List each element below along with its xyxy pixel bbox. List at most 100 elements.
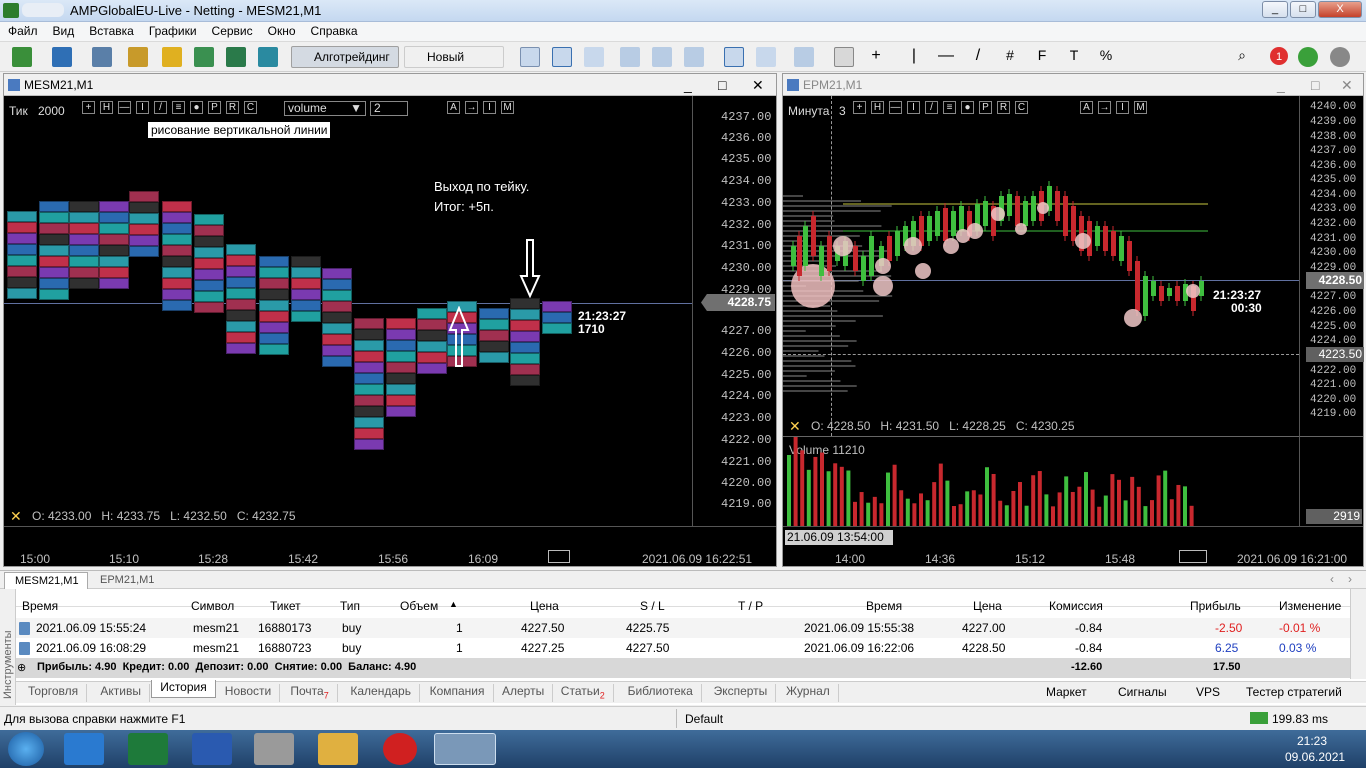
left-scroll-box[interactable] (548, 550, 570, 563)
column-header[interactable]: Комиссия (1049, 599, 1103, 613)
close-button[interactable]: X (1318, 1, 1362, 18)
bottom-tab-8[interactable]: Статьи2 (553, 684, 614, 702)
bar-chart-icon[interactable] (520, 47, 540, 67)
column-header[interactable]: Цена (973, 599, 1002, 613)
sort-asc-icon[interactable]: ▲ (449, 599, 458, 609)
chart-ctrl-button[interactable]: — (118, 101, 131, 114)
autoscroll-icon[interactable] (724, 47, 744, 67)
shapes-icon[interactable]: % (1096, 47, 1116, 67)
tester-icon[interactable] (226, 47, 246, 67)
start-button[interactable] (8, 732, 44, 766)
left-minimize-button[interactable]: _ (684, 74, 692, 96)
column-header[interactable]: Объем (400, 599, 438, 613)
right-link-1[interactable]: Сигналы (1118, 685, 1167, 699)
new-order-button[interactable]: Новый ордер (404, 46, 504, 84)
column-header[interactable]: Изменение (1279, 599, 1341, 613)
column-header[interactable]: Прибыль (1190, 599, 1241, 613)
menu-window[interactable]: Окно (260, 22, 303, 38)
chart-ctrl-button[interactable]: → (465, 101, 478, 114)
right-scroll-box[interactable] (1179, 550, 1207, 563)
terminal-icon[interactable] (194, 47, 214, 67)
column-header[interactable]: Тикет (270, 599, 301, 613)
trendline-icon[interactable]: / (968, 47, 988, 67)
bottom-tab-4[interactable]: Почта7 (282, 684, 338, 702)
bottom-tab-7[interactable]: Алерты (494, 684, 554, 702)
column-header[interactable]: S / L (640, 599, 665, 613)
indicators-icon[interactable] (794, 47, 814, 67)
column-header[interactable]: Цена (530, 599, 559, 613)
market-watch-icon[interactable] (92, 47, 112, 67)
zoom-in-icon[interactable] (620, 47, 640, 67)
system-tray-icons[interactable] (1082, 740, 1252, 758)
tile-icon[interactable] (684, 47, 704, 67)
chart-ctrl-button[interactable]: A (447, 101, 460, 114)
right-maximize-button[interactable]: □ (1311, 74, 1319, 96)
menu-tools[interactable]: Сервис (204, 22, 260, 38)
calculator-icon[interactable] (254, 733, 294, 765)
menu-insert[interactable]: Вставка (81, 22, 141, 38)
column-header[interactable]: Символ (191, 599, 234, 613)
opera-icon[interactable] (383, 733, 417, 765)
data-window-icon[interactable] (128, 47, 148, 67)
maximize-button[interactable]: □ (1290, 1, 1316, 18)
bottom-tab-11[interactable]: Журнал (778, 684, 839, 702)
chart-ctrl-button[interactable]: C (244, 101, 257, 114)
zoom-out-icon[interactable] (652, 47, 672, 67)
status-profile[interactable]: Default (676, 709, 806, 728)
crosshair-icon[interactable]: + (866, 47, 886, 67)
profiles-icon[interactable] (52, 47, 72, 67)
chart-ctrl-button[interactable]: P (208, 101, 221, 114)
depth-spinner[interactable]: 2 (370, 101, 408, 116)
level-icon[interactable] (1298, 47, 1318, 67)
fibo-icon[interactable]: F (1032, 47, 1052, 67)
menu-view[interactable]: Вид (45, 22, 82, 38)
notification-badge[interactable]: 1 (1270, 47, 1288, 65)
right-minimize-button[interactable]: _ (1277, 74, 1285, 96)
line-chart-icon[interactable] (584, 47, 604, 67)
bottom-tab-3[interactable]: Новости (217, 684, 281, 702)
chart-ctrl-button[interactable]: I (483, 101, 496, 114)
bottom-tab-10[interactable]: Эксперты (706, 684, 777, 702)
column-header[interactable]: T / P (738, 599, 763, 613)
left-maximize-button[interactable]: □ (718, 74, 726, 96)
text-icon[interactable]: T (1064, 47, 1084, 67)
bottom-tab-2[interactable]: История (151, 680, 216, 698)
user-icon[interactable] (1330, 47, 1350, 67)
chart-ctrl-button[interactable]: R (226, 101, 239, 114)
right-link-0[interactable]: Маркет (1046, 685, 1087, 699)
bottom-tab-9[interactable]: Библиотека (620, 684, 702, 702)
vertical-line-icon[interactable]: | (904, 47, 924, 67)
chart-ctrl-button[interactable]: I (136, 101, 149, 114)
candle-chart-icon[interactable] (552, 47, 572, 67)
chart-ctrl-button[interactable]: / (154, 101, 167, 114)
explorer-icon[interactable] (318, 733, 358, 765)
chart-ctrl-button[interactable]: + (82, 101, 95, 114)
volume-subwindow[interactable]: Volume 11210 (783, 436, 1299, 526)
bottom-tab-6[interactable]: Компания (422, 684, 494, 702)
history-scrollbar[interactable] (1350, 589, 1366, 679)
word-icon[interactable] (192, 733, 232, 765)
menu-help[interactable]: Справка (303, 22, 365, 38)
new-chart-icon[interactable] (12, 47, 32, 67)
horizontal-line-icon[interactable]: — (936, 47, 956, 67)
expand-icon[interactable]: ⊕ (17, 661, 26, 674)
signals-icon[interactable] (258, 47, 278, 67)
tab-scroll-right-icon[interactable]: › (1348, 572, 1352, 586)
chart-tab-epm21[interactable]: EPM21,M1 (100, 574, 154, 586)
chart-ctrl-button[interactable]: M (501, 101, 514, 114)
column-header[interactable]: Время (866, 599, 902, 613)
right-link-3[interactable]: Тестер стратегий (1246, 685, 1342, 699)
column-header[interactable]: Тип (340, 599, 360, 613)
menu-charts[interactable]: Графики (141, 22, 204, 38)
tab-scroll-left-icon[interactable]: ‹ (1330, 572, 1334, 586)
right-link-2[interactable]: VPS (1196, 685, 1220, 699)
chart-ctrl-button[interactable]: ≡ (172, 101, 185, 114)
column-header[interactable]: Время (22, 599, 58, 613)
volume-select[interactable]: volume ▼ (284, 101, 366, 116)
excel-icon[interactable] (128, 733, 168, 765)
bottom-tab-0[interactable]: Торговля (20, 684, 88, 702)
chart-ctrl-button[interactable]: H (100, 101, 113, 114)
left-close-button[interactable]: ✕ (752, 74, 764, 96)
algo-trading-button[interactable]: Алготрейдинг (291, 46, 399, 68)
search-icon[interactable]: ⌕ (1232, 47, 1252, 67)
